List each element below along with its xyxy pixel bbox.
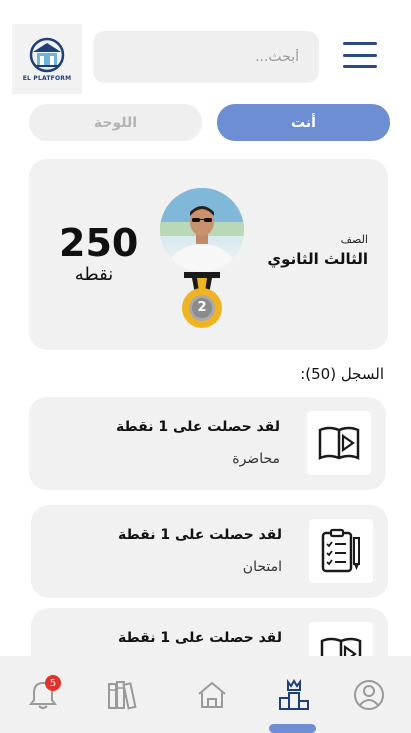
list-item[interactable]: لقد حصلت على 1 نقطة امتحان [31,505,388,598]
home-icon [198,681,226,708]
avatar-photo-icon [160,188,244,272]
nav-ranking[interactable] [277,678,311,712]
entry-type: محاضرة [232,451,280,467]
grade-block: الصف الثالث الثانوي [267,232,368,270]
books-icon [108,681,137,710]
hamburger-icon-line-2 [343,53,377,57]
points-unit: نقطه [74,264,114,285]
search-box[interactable] [93,31,319,83]
nav-library[interactable] [106,678,140,712]
tab-leaderboard[interactable]: اللوحة [29,104,202,141]
points-value: 250 [59,221,139,265]
avatar[interactable] [160,188,244,272]
notification-badge: 5 [45,675,61,691]
entry-text: لقد حصلت على 1 نقطة امتحان [118,525,282,577]
profile-card: 250 نقطه 2 الصف الثالث الثانوي [29,159,388,350]
active-tab-indicator [269,724,316,733]
search-input[interactable] [93,49,299,65]
ranking-icon [279,679,309,710]
entry-title: لقد حصلت على 1 نقطة [118,630,282,646]
hamburger-icon-line-1 [343,42,377,45]
app-header: EL PLATFORM [0,0,411,100]
points-block: 250 نقطه [59,221,139,285]
grade-label: الصف [340,233,368,246]
medal-rank: 2 [197,300,207,315]
hamburger-icon-line-3 [343,65,377,68]
clipboard-checklist-icon [309,519,373,583]
entry-text: لقد حصلت على 1 نقطة محاضرة [116,417,280,469]
book-play-icon [307,411,371,475]
tab-you[interactable]: أنت [217,104,390,141]
bottom-navigation: 5 [0,656,411,733]
medal-silver: 2 [181,272,223,330]
nav-notifications[interactable]: 5 [26,675,61,712]
entry-title: لقد حصلت على 1 نقطة [116,419,280,435]
logo-text: EL PLATFORM [22,74,72,82]
profile-icon [354,680,384,710]
nav-home[interactable] [195,678,229,712]
entry-title: لقد حصلت على 1 نقطة [118,527,282,543]
entry-type: امتحان [242,559,282,575]
app-logo[interactable]: EL PLATFORM [12,24,82,94]
list-item[interactable]: لقد حصلت على 1 نقطة محاضرة [29,397,386,490]
school-logo-icon [29,37,65,72]
grade-value: الثالث الثانوي [267,250,368,268]
nav-profile[interactable] [352,678,386,712]
leaderboard-tabs: أنت اللوحة [29,104,390,141]
hamburger-menu-button[interactable] [343,42,377,68]
log-title: السجل (50): [300,365,384,383]
